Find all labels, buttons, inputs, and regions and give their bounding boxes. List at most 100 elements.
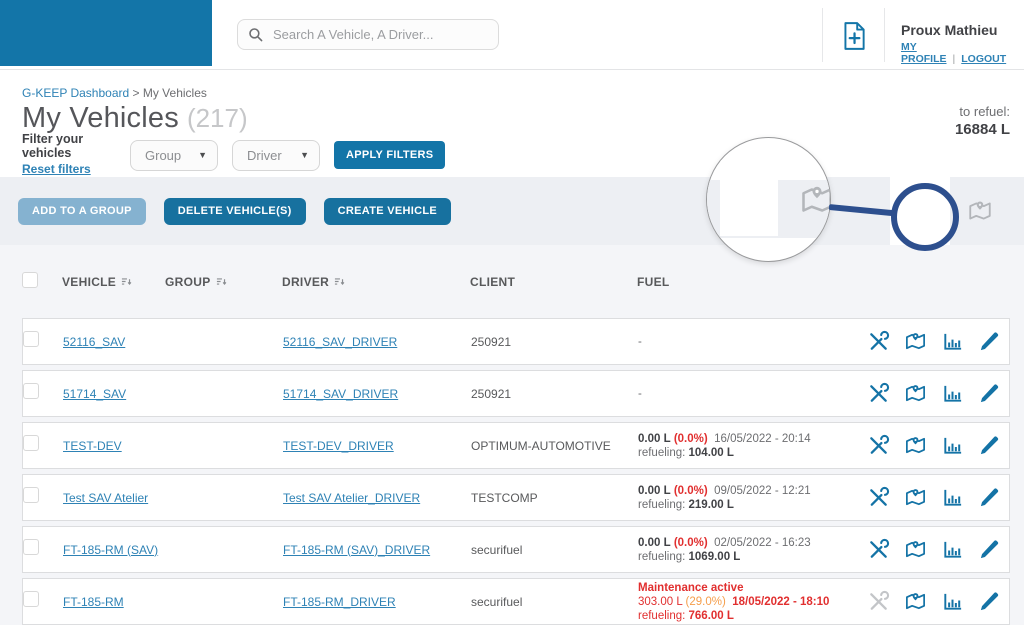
delete-vehicles-button[interactable]: DELETE VEHICLE(S) [163, 197, 306, 225]
search-input[interactable] [273, 27, 488, 42]
breadcrumb-home-link[interactable]: G-KEEP Dashboard [22, 86, 129, 100]
my-profile-link[interactable]: MY PROFILE [901, 41, 947, 65]
client-cell: TESTCOMP [471, 490, 538, 505]
bar-chart-icon[interactable] [941, 538, 964, 561]
vehicle-link[interactable]: 52116_SAV [63, 335, 125, 349]
sort-icon[interactable] [334, 276, 345, 287]
bar-chart-icon[interactable] [941, 434, 964, 457]
maintenance-tools-icon[interactable] [867, 382, 890, 405]
row-checkbox[interactable] [23, 487, 39, 503]
table-row: 51714_SAV 51714_SAV_DRIVER 250921 - [22, 370, 1010, 417]
client-cell: securifuel [471, 542, 523, 557]
sort-icon[interactable] [121, 276, 132, 287]
driver-link[interactable]: Test SAV Atelier_DRIVER [283, 491, 420, 505]
table-row: 52116_SAV 52116_SAV_DRIVER 250921 - [22, 318, 1010, 365]
group-filter-select[interactable]: Group ▼ [130, 139, 218, 171]
vehicle-link[interactable]: FT-185-RM (SAV) [63, 543, 158, 557]
to-refuel-label: to refuel: [959, 104, 1010, 119]
vehicles-table: VEHICLE GROUP DRIVER CLIENT FUEL 52116_S… [0, 245, 1024, 625]
add-to-group-button[interactable]: ADD TO A GROUP [18, 197, 146, 225]
col-fuel: FUEL [637, 274, 670, 289]
vehicle-link[interactable]: TEST-DEV [63, 439, 122, 453]
breadcrumb: G-KEEP Dashboard > My Vehicles [22, 86, 1010, 100]
vehicle-link[interactable]: FT-185-RM [63, 595, 124, 609]
search-bar[interactable] [237, 19, 499, 50]
map-pin-icon[interactable] [904, 382, 927, 405]
col-group: GROUP [165, 274, 211, 289]
table-row: FT-185-RM (SAV) FT-185-RM (SAV)_DRIVER s… [22, 526, 1010, 573]
vehicle-link[interactable]: Test SAV Atelier [63, 491, 148, 505]
pencil-icon[interactable] [978, 486, 1001, 509]
pencil-icon[interactable] [978, 382, 1001, 405]
link-separator: | [952, 53, 956, 65]
vehicle-count: (217) [186, 103, 248, 133]
driver-link[interactable]: FT-185-RM (SAV)_DRIVER [283, 543, 430, 557]
new-document-icon[interactable] [841, 21, 867, 51]
bar-chart-icon[interactable] [941, 330, 964, 353]
map-view-toggle[interactable] [950, 177, 1010, 245]
client-cell: securifuel [471, 594, 523, 609]
pencil-icon[interactable] [978, 590, 1001, 613]
apply-filters-button[interactable]: APPLY FILTERS [334, 141, 446, 169]
to-refuel-value: 16884 L [954, 121, 1010, 138]
vehicle-link[interactable]: 51714_SAV [63, 387, 126, 401]
driver-link[interactable]: 51714_SAV_DRIVER [283, 387, 398, 401]
driver-filter-select[interactable]: Driver ▼ [232, 139, 320, 171]
maintenance-tools-icon[interactable] [867, 434, 890, 457]
col-driver: DRIVER [282, 274, 330, 289]
row-checkbox[interactable] [23, 591, 39, 607]
map-pin-icon[interactable] [904, 434, 927, 457]
pencil-icon[interactable] [978, 538, 1001, 561]
user-menu: Proux Mathieu MY PROFILE | LOGOUT [901, 22, 1024, 65]
map-pin-icon[interactable] [904, 538, 927, 561]
map-view-icon [969, 201, 991, 220]
driver-link[interactable]: FT-185-RM_DRIVER [283, 595, 396, 609]
chevron-down-icon: ▼ [198, 150, 207, 160]
group-filter-value: Group [145, 147, 182, 163]
page-header: G-KEEP Dashboard > My Vehicles My Vehicl… [0, 70, 1024, 177]
divider [822, 8, 823, 62]
bulk-actions-toolbar: ADD TO A GROUP DELETE VEHICLE(S) CREATE … [0, 177, 1024, 245]
pencil-icon[interactable] [978, 330, 1001, 353]
sort-icon[interactable] [216, 276, 227, 287]
table-row: FT-185-RM FT-185-RM_DRIVER securifuel Ma… [22, 578, 1010, 625]
select-all-checkbox[interactable] [22, 272, 38, 288]
col-client: CLIENT [470, 274, 516, 289]
page-title: My Vehicles [22, 102, 179, 134]
map-pin-icon[interactable] [904, 590, 927, 613]
filter-label: Filter your vehicles [22, 132, 84, 160]
row-checkbox[interactable] [23, 539, 39, 555]
maintenance-tools-icon[interactable] [867, 538, 890, 561]
table-row: Test SAV Atelier Test SAV Atelier_DRIVER… [22, 474, 1010, 521]
bar-chart-icon[interactable] [941, 382, 964, 405]
divider [884, 8, 885, 62]
table-row: TEST-DEV TEST-DEV_DRIVER OPTIMUM-AUTOMOT… [22, 422, 1010, 469]
list-view-toggle[interactable] [890, 177, 950, 245]
map-pin-icon[interactable] [904, 330, 927, 353]
maintenance-tools-icon[interactable] [867, 486, 890, 509]
create-vehicle-button[interactable]: CREATE VEHICLE [323, 197, 451, 225]
maintenance-active-label: Maintenance active [638, 581, 744, 594]
search-icon [249, 27, 263, 41]
driver-link[interactable]: 52116_SAV_DRIVER [283, 335, 397, 349]
bar-chart-icon[interactable] [941, 590, 964, 613]
fuel-cell: - [638, 335, 642, 348]
client-cell: 250921 [471, 386, 512, 401]
row-checkbox[interactable] [23, 435, 39, 451]
chevron-down-icon: ▼ [300, 150, 309, 160]
client-cell: 250921 [471, 334, 512, 349]
pencil-icon[interactable] [978, 434, 1001, 457]
top-bar: Proux Mathieu MY PROFILE | LOGOUT [0, 0, 1024, 70]
maintenance-tools-icon[interactable] [867, 330, 890, 353]
row-checkbox[interactable] [23, 331, 39, 347]
driver-link[interactable]: TEST-DEV_DRIVER [283, 439, 394, 453]
row-checkbox[interactable] [23, 383, 39, 399]
logout-link[interactable]: LOGOUT [961, 53, 1006, 65]
maintenance-tools-icon [870, 590, 890, 610]
bar-chart-icon[interactable] [941, 486, 964, 509]
breadcrumb-current: > My Vehicles [129, 86, 207, 100]
fuel-cell: 0.00 L (0.0%) 02/05/2022 - 16:23 refueli… [638, 536, 811, 563]
reset-filters-link[interactable]: Reset filters [22, 162, 91, 176]
map-pin-icon[interactable] [904, 486, 927, 509]
user-name: Proux Mathieu [901, 22, 998, 38]
